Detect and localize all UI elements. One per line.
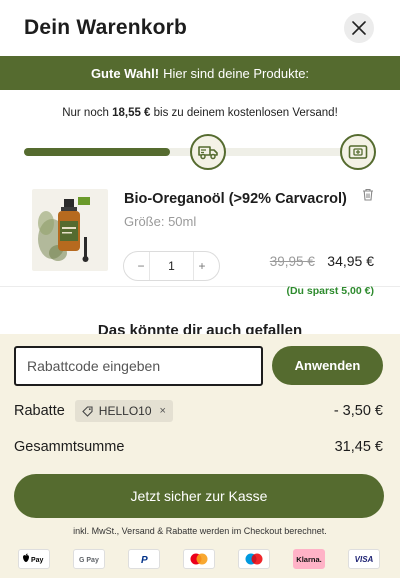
banner-bold: Gute Wahl!	[90, 65, 160, 81]
shipping-suffix: bis zu deinem kostenlosen Versand!	[153, 107, 338, 119]
banner-text: Hier sind deine Produkte:	[163, 65, 310, 81]
discount-amount: - 3,50 €	[333, 403, 383, 419]
gift-card-icon	[348, 145, 368, 159]
total-amount: 31,45 €	[334, 439, 383, 455]
progress-fill	[24, 148, 171, 156]
shipping-amount: 18,55 €	[112, 107, 151, 119]
milestone-gift	[340, 134, 376, 170]
shipping-message: Nur noch 18,55 € bis zu deinem kostenlos…	[24, 107, 376, 119]
new-price: 34,95 €	[327, 253, 374, 269]
close-icon	[352, 21, 366, 35]
cart-title: Dein Warenkorb	[24, 16, 188, 39]
savings-text: (Du sparst 5,00 €)	[286, 285, 374, 297]
product-name[interactable]: Bio-Oreganoöl (>92% Carvacrol)	[124, 191, 376, 207]
google-pay-icon: G Pay	[73, 549, 105, 569]
oil-bottle-icon	[38, 197, 90, 262]
cart-item: Bio-Oreganoöl (>92% Carvacrol) Größe: 50…	[0, 169, 400, 297]
cart-header: Dein Warenkorb	[0, 0, 400, 56]
close-button[interactable]	[344, 13, 374, 43]
product-size: Größe: 50ml	[124, 214, 197, 229]
quantity-decrease-button[interactable]: −	[134, 259, 148, 273]
quantity-increase-button[interactable]: +	[195, 259, 209, 273]
product-image[interactable]	[32, 189, 108, 271]
old-price: 39,95 €	[269, 254, 315, 269]
discount-code-tag: HELLO10 ×	[74, 400, 173, 422]
klarna-icon: Klarna.	[293, 549, 325, 569]
discount-row: Rabatte HELLO10 × - 3,50 €	[0, 398, 400, 424]
paypal-icon: P	[128, 549, 160, 569]
svg-text:Pay: Pay	[31, 557, 44, 564]
discount-code: HELLO10	[98, 404, 152, 418]
milestone-shipping	[190, 134, 226, 170]
apply-coupon-button[interactable]: Anwenden	[272, 346, 383, 385]
fine-print: inkl. MwSt., Versand & Rabatte werden im…	[73, 526, 327, 536]
trash-icon	[363, 188, 373, 201]
price-block: 39,95 € 34,95 €	[270, 253, 374, 271]
coupon-row: Anwenden	[0, 334, 400, 386]
remove-item-button[interactable]	[362, 188, 374, 206]
apple-pay-icon: Pay	[18, 549, 50, 569]
truck-icon	[198, 146, 218, 160]
quantity-value[interactable]: 1	[149, 252, 194, 280]
mastercard-icon	[183, 549, 215, 569]
discount-left: Rabatte HELLO10 ×	[14, 400, 173, 422]
maestro-icon	[238, 549, 270, 569]
remove-discount-button[interactable]: ×	[160, 405, 166, 417]
shipping-progress-bar	[24, 131, 376, 170]
checkout-panel: Anwenden Rabatte HELLO10 × - 3,50 € Gesa…	[0, 334, 400, 578]
tag-icon	[82, 405, 93, 417]
svg-text:G Pay: G Pay	[79, 557, 99, 564]
quantity-stepper: − 1 +	[123, 251, 220, 281]
total-label: Gesammtsumme	[14, 439, 125, 455]
shipping-progress-section: Nur noch 18,55 € bis zu deinem kostenlos…	[0, 90, 400, 170]
discount-label: Rabatte	[14, 403, 65, 419]
shipping-prefix: Nur noch	[62, 107, 109, 119]
visa-icon: VISA	[348, 549, 380, 569]
payment-methods: Pay G Pay P Klarna. VISA	[0, 549, 400, 569]
promo-banner: Gute Wahl! Hier sind deine Produkte:	[0, 56, 400, 90]
svg-text:P: P	[141, 555, 148, 565]
coupon-input[interactable]	[14, 346, 263, 386]
total-row: Gesammtsumme 31,45 €	[0, 434, 400, 460]
checkout-button[interactable]: Jetzt sicher zur Kasse	[14, 474, 384, 518]
